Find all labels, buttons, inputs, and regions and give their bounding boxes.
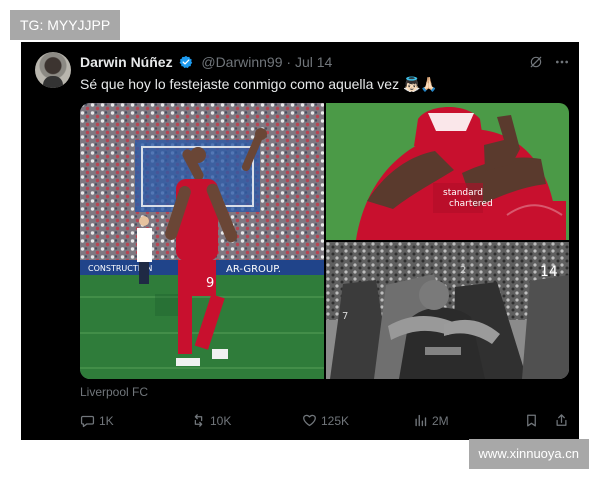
reply-count: 1K [99,414,114,428]
bookmark-button[interactable] [524,412,539,430]
reply-button[interactable]: 1K [80,412,114,430]
bookmark-icon [527,414,536,427]
avatar[interactable] [35,52,71,88]
like-count: 125K [321,414,350,428]
repost-count: 10K [210,414,232,428]
svg-text:9: 9 [206,276,214,291]
svg-text:chartered: chartered [449,199,493,209]
svg-text:AR-GROUP.: AR-GROUP. [226,264,281,275]
post-date[interactable]: Jul 14 [295,54,332,70]
photo-thumbs-up[interactable]: standard chartered [326,103,569,240]
share-icon [556,414,567,426]
media-source-label[interactable]: Liverpool FC [80,385,148,399]
grok-icon[interactable] [529,55,543,69]
tweet-actions: 1K 10K 125K 2M [80,412,570,430]
views-count: 2M [432,414,449,428]
reply-icon [80,415,95,428]
tweet-header: Darwin Núñez @Darwinn99 · Jul 14 [80,53,332,71]
photo-celebration-pitch[interactable]: CONSTRUCTION AR-GROUP. 9 [80,103,324,379]
watermark-bottom: www.xinnuoya.cn [468,439,589,469]
repost-icon [194,414,203,427]
handle[interactable]: @Darwinn99 [201,54,282,70]
views-icon [415,414,427,427]
media-grid: CONSTRUCTION AR-GROUP. 9 standard charte… [80,103,569,379]
tweet-card[interactable]: Darwin Núñez @Darwinn99 · Jul 14 Sé que … [21,42,579,440]
watermark-top: TG: MYYJJPP [10,10,121,40]
svg-text:7: 7 [342,311,348,322]
svg-text:14: 14 [540,264,558,280]
views-button[interactable]: 2M [413,412,449,430]
verified-badge-icon [179,55,193,69]
repost-button[interactable]: 10K [191,412,231,430]
svg-text:2: 2 [460,265,466,276]
photo-team-embrace-bw[interactable]: 7 14 2 [326,242,569,379]
display-name[interactable]: Darwin Núñez [80,54,173,70]
more-options-icon[interactable] [554,54,570,70]
heart-icon [303,414,316,427]
like-button[interactable]: 125K [302,412,349,430]
page: TG: MYYJJPP Darwin Núñez @Darwinn99 · Ju… [0,0,600,480]
separator-dot: · [286,54,295,70]
tweet-text: Sé que hoy lo festejaste conmigo como aq… [80,76,438,92]
share-button[interactable] [554,412,569,430]
svg-text:standard: standard [443,188,483,198]
